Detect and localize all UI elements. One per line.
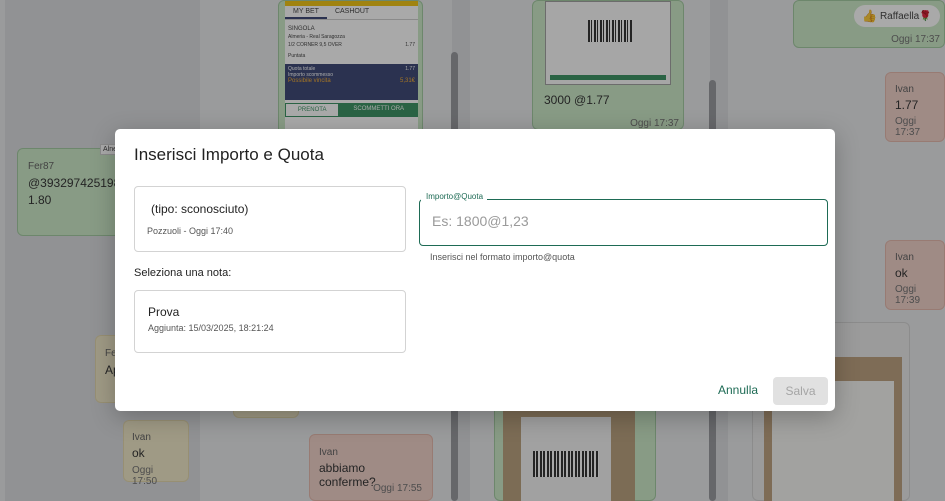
bet-info-box: (tipo: sconosciuto) Pozzuoli - Oggi 17:4… xyxy=(134,186,406,252)
save-button[interactable]: Salva xyxy=(773,377,828,405)
amount-odds-label: Importo@Quota xyxy=(421,192,488,201)
note-select-label: Seleziona una nota: xyxy=(134,267,232,279)
cancel-button[interactable]: Annulla xyxy=(714,381,762,399)
dialog-title: Inserisci Importo e Quota xyxy=(134,145,324,164)
bet-type-text: (tipo: sconosciuto) xyxy=(151,202,249,216)
amount-odds-dialog: Inserisci Importo e Quota (tipo: sconosc… xyxy=(115,129,835,411)
amount-odds-helper: Inserisci nel formato importo@quota xyxy=(430,252,575,262)
amount-odds-field[interactable] xyxy=(419,199,828,246)
note-title: Prova xyxy=(148,305,180,319)
bet-meta-text: Pozzuoli - Oggi 17:40 xyxy=(147,226,234,236)
note-option[interactable]: Prova Aggiunta: 15/03/2025, 18:21:24 xyxy=(134,290,406,353)
amount-odds-input[interactable] xyxy=(430,212,814,230)
note-added-date: Aggiunta: 15/03/2025, 18:21:24 xyxy=(148,323,274,333)
